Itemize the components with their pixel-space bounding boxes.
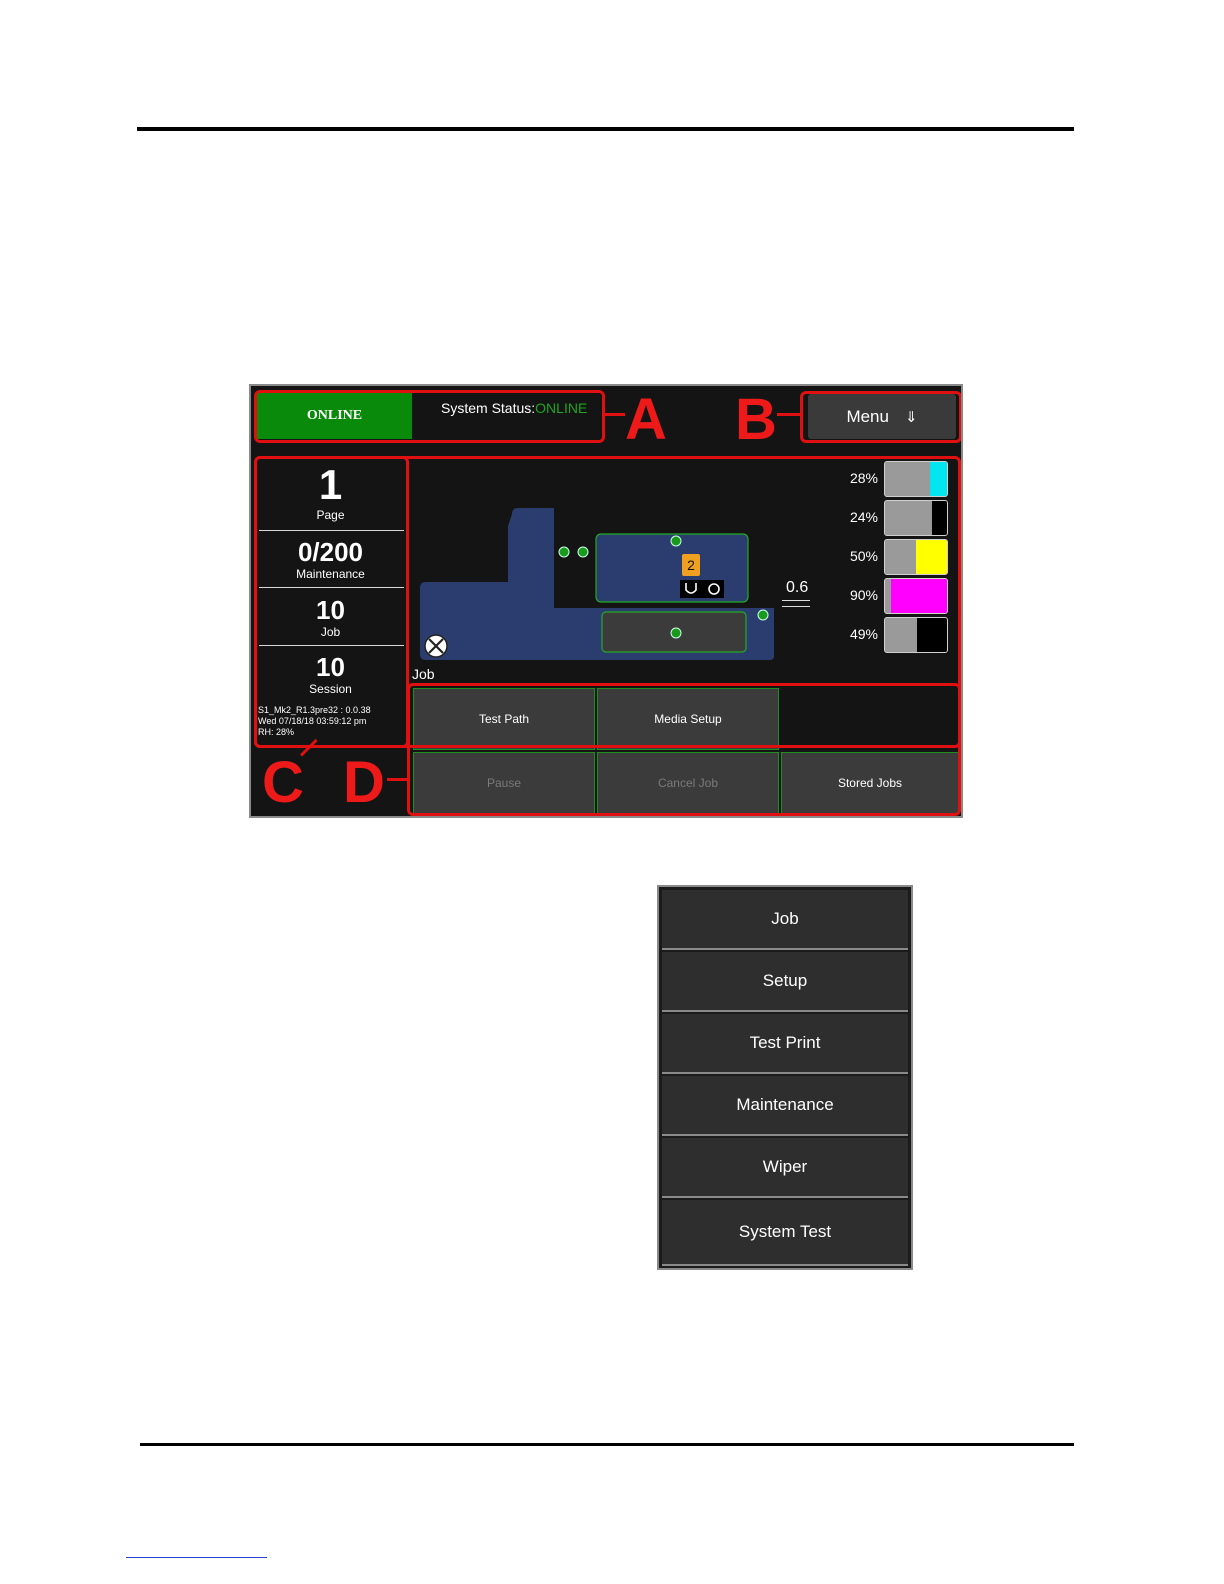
top-rule (137, 127, 1074, 131)
menu-item-system-test[interactable]: System Test (662, 1200, 908, 1266)
menu-item-maintenance[interactable]: Maintenance (662, 1076, 908, 1136)
menu-item-setup[interactable]: Setup (662, 952, 908, 1012)
callout-connector-d (387, 778, 409, 781)
callout-box-d (407, 683, 961, 816)
callout-letter-d: D (343, 750, 385, 815)
menu-item-wiper[interactable]: Wiper (662, 1138, 908, 1198)
callout-letter-c: C (262, 750, 304, 815)
callout-box-b (800, 391, 961, 443)
callout-box-c-left (254, 456, 409, 748)
menu-dropdown-screenshot: Job Setup Test Print Maintenance Wiper S… (657, 885, 913, 1270)
callout-connector-b (777, 413, 801, 416)
bottom-rule (140, 1443, 1074, 1446)
callout-connector-a (603, 413, 625, 416)
callout-letter-a: A (625, 387, 667, 452)
callout-box-a (254, 390, 605, 443)
menu-item-job[interactable]: Job (662, 890, 908, 950)
menu-item-test-print[interactable]: Test Print (662, 1014, 908, 1074)
callout-letter-b: B (735, 387, 777, 452)
footer-link-underline[interactable] (126, 1557, 267, 1558)
printer-touchscreen-screenshot: ONLINE System Status:ONLINE Menu ⇓ 1 Pag… (249, 384, 963, 818)
